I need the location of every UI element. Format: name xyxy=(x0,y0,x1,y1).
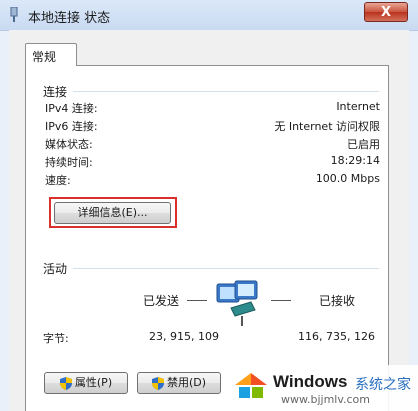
activity-group-label: 活动 xyxy=(43,262,68,276)
windows-logo-icon xyxy=(235,373,267,398)
bytes-received-value: 116, 735, 126 xyxy=(298,330,375,343)
group-divider xyxy=(73,268,379,269)
ipv4-row: IPv4 连接: Internet xyxy=(45,100,380,116)
details-button[interactable]: 详细信息(E)... xyxy=(54,202,171,224)
close-button[interactable]: X xyxy=(364,2,408,22)
properties-button[interactable]: 属性(P) xyxy=(44,372,128,394)
watermark-brand: Windows xyxy=(273,372,348,391)
uac-shield-icon xyxy=(59,376,72,390)
received-label: 已接收 xyxy=(319,294,356,308)
bytes-sent-value: 23, 915, 109 xyxy=(149,330,219,343)
speed-label: 速度: xyxy=(45,174,71,187)
sent-connector-line xyxy=(187,300,207,301)
speed-row: 速度: 100.0 Mbps xyxy=(45,172,380,188)
ipv6-row: IPv6 连接: 无 Internet 访问权限 xyxy=(45,118,380,134)
ipv4-value: Internet xyxy=(336,100,380,113)
ipv6-value: 无 Internet 访问权限 xyxy=(274,120,380,133)
window-title: 本地连接 状态 xyxy=(28,11,111,26)
duration-label: 持续时间: xyxy=(45,156,93,169)
uac-shield-icon xyxy=(151,376,164,390)
bytes-label: 字节: xyxy=(43,332,69,345)
duration-value: 18:29:14 xyxy=(330,154,380,167)
network-adapter-icon xyxy=(10,7,18,22)
sent-label: 已发送 xyxy=(143,294,180,308)
dialog-client: 常规 连接 IPv4 连接: Internet IPv6 连接: 无 Inter… xyxy=(9,30,409,411)
received-connector-line xyxy=(271,300,291,301)
ipv6-label: IPv6 连接: xyxy=(45,120,98,133)
media-state-value: 已启用 xyxy=(347,138,380,151)
connection-group-label: 连接 xyxy=(43,85,68,99)
media-state-row: 媒体状态: 已启用 xyxy=(45,136,380,152)
properties-label: 属性(P) xyxy=(74,376,113,389)
watermark-cn-text: 系统之家 xyxy=(355,377,411,393)
disable-button[interactable]: 禁用(D) xyxy=(137,372,221,394)
speed-value: 100.0 Mbps xyxy=(315,172,380,185)
title-bar: 本地连接 状态 X xyxy=(0,0,418,31)
media-state-label: 媒体状态: xyxy=(45,138,93,151)
disable-label: 禁用(D) xyxy=(166,376,207,389)
ipv4-label: IPv4 连接: xyxy=(45,102,98,115)
watermark: Windows 系统之家 www.bjjmlv.com xyxy=(223,365,418,411)
duration-row: 持续时间: 18:29:14 xyxy=(45,154,380,170)
watermark-url: www.bjjmlv.com xyxy=(281,393,370,406)
network-activity-icon xyxy=(216,280,258,326)
tab-general[interactable]: 常规 xyxy=(25,43,77,66)
group-divider xyxy=(73,91,379,92)
tab-panel-general xyxy=(25,65,389,411)
